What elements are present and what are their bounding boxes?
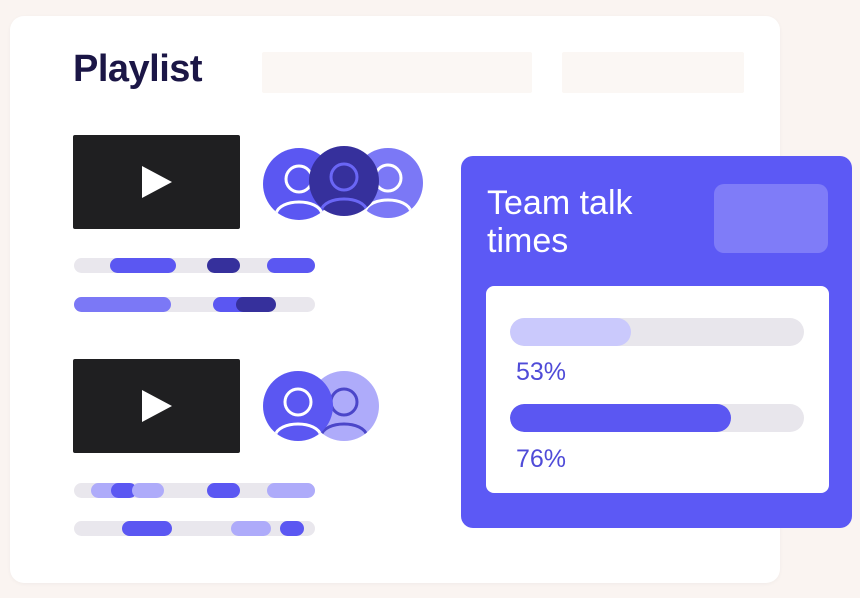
- user-icon: [273, 387, 323, 437]
- play-icon: [141, 166, 172, 198]
- user-icon: [319, 162, 369, 212]
- talk-time-fill: [510, 404, 731, 432]
- page-title: Playlist: [73, 48, 203, 90]
- placeholder-field: [562, 52, 744, 93]
- talk-time-bar: [510, 404, 804, 432]
- avatar: [309, 146, 379, 216]
- panel-badge: [714, 184, 828, 253]
- timeline-track: [74, 297, 315, 312]
- talk-time-percent: 76%: [516, 445, 567, 473]
- talk-time-bar: [510, 318, 804, 346]
- talk-times-card: 53% 76%: [486, 286, 829, 493]
- speaker-segment: [231, 521, 271, 536]
- video-thumbnail[interactable]: [73, 135, 240, 229]
- placeholder-field: [262, 52, 532, 93]
- timeline-track: [74, 258, 315, 273]
- team-talk-panel: Team talk times 53% 76%: [461, 156, 852, 528]
- speaker-segment: [132, 483, 164, 498]
- speaker-segment: [207, 483, 240, 498]
- timeline-track: [74, 483, 315, 498]
- speaker-segment: [74, 297, 171, 312]
- panel-title: Team talk times: [487, 184, 633, 260]
- talk-time-percent: 53%: [516, 358, 567, 386]
- speaker-segment: [236, 297, 276, 312]
- video-thumbnail[interactable]: [73, 359, 240, 453]
- speaker-segment: [207, 258, 240, 273]
- speaker-segment: [110, 258, 176, 273]
- speaker-segment: [267, 483, 315, 498]
- timeline-track: [74, 521, 315, 536]
- speaker-segment: [280, 521, 304, 536]
- talk-time-fill: [510, 318, 631, 346]
- speaker-segment: [267, 258, 315, 273]
- speaker-segment: [122, 521, 172, 536]
- avatar: [263, 371, 333, 441]
- play-icon: [141, 390, 172, 422]
